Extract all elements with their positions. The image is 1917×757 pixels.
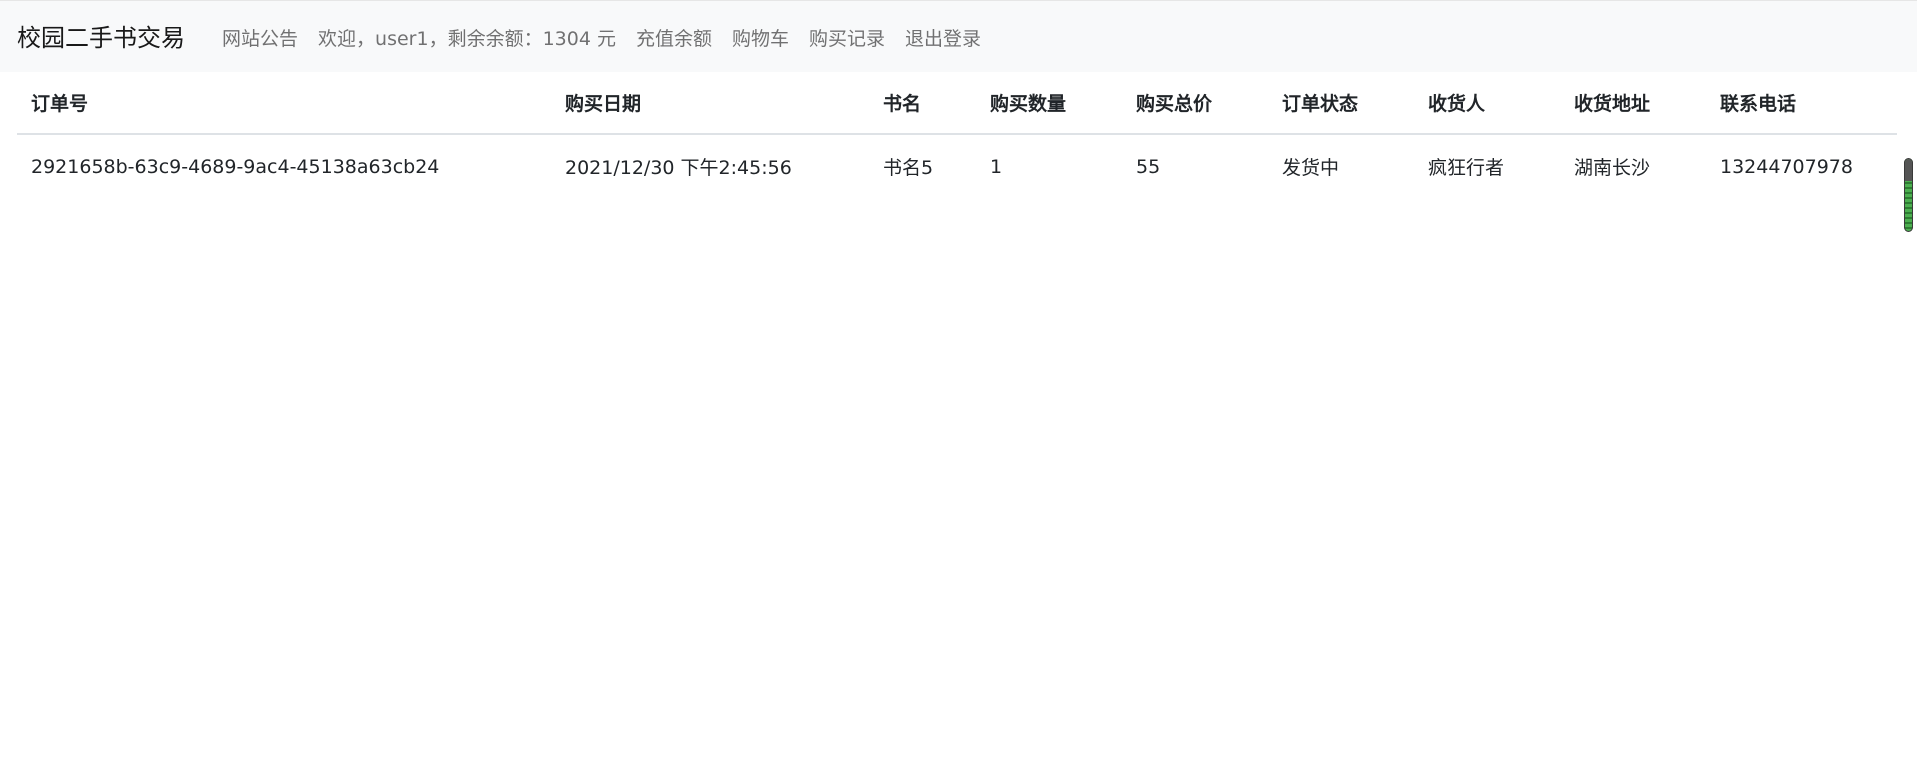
site-brand[interactable]: 校园二手书交易 <box>17 21 185 55</box>
cell-recipient: 疯狂行者 <box>1428 157 1505 179</box>
top-navbar: 校园二手书交易 网站公告 欢迎，user1，剩余余额：1304 元 充值余额 购物… <box>0 0 1917 72</box>
cell-phone: 13244707978 <box>1720 155 1853 178</box>
header-quantity: 购买数量 <box>976 72 1122 135</box>
header-recipient: 收货人 <box>1414 72 1560 135</box>
cell-total-price: 55 <box>1136 155 1161 178</box>
cell-quantity: 1 <box>990 155 1003 178</box>
cell-order-id: 2921658b-63c9-4689-9ac4-45138a63cb24 <box>31 155 440 178</box>
nav-purchase-history-link[interactable]: 购买记录 <box>809 25 885 53</box>
header-address: 收货地址 <box>1560 72 1706 135</box>
header-order-status: 订单状态 <box>1268 72 1414 135</box>
balance-amount: 1304 <box>542 28 591 50</box>
cell-book-title: 书名5 <box>883 157 934 179</box>
welcome-prefix: 欢迎， <box>318 28 376 50</box>
nav-links: 网站公告 欢迎，user1，剩余余额：1304 元 充值余额 购物车 购买记录 退… <box>222 25 981 53</box>
username: user1 <box>375 28 429 50</box>
nav-announcement-link[interactable]: 网站公告 <box>222 25 298 53</box>
nav-logout-link[interactable]: 退出登录 <box>905 25 981 53</box>
orders-table-container: 订单号 购买日期 书名 购买数量 购买总价 订单状态 收货人 收货地址 联系电话… <box>17 72 1897 198</box>
table-row: 2921658b-63c9-4689-9ac4-45138a63cb24 202… <box>17 134 1897 198</box>
nav-welcome-balance[interactable]: 欢迎，user1，剩余余额：1304 元 <box>318 25 616 53</box>
header-book-title: 书名 <box>869 72 976 135</box>
cell-purchase-date: 2021/12/30 下午2:45:56 <box>565 157 792 179</box>
header-order-id: 订单号 <box>17 72 551 135</box>
cell-address: 湖南长沙 <box>1574 157 1651 179</box>
balance-unit: 元 <box>596 28 616 50</box>
header-total-price: 购买总价 <box>1122 72 1268 135</box>
header-phone: 联系电话 <box>1706 72 1897 135</box>
cell-order-status: 发货中 <box>1282 157 1340 179</box>
scroll-indicator-cap <box>1905 159 1912 181</box>
table-header-row: 订单号 购买日期 书名 购买数量 购买总价 订单状态 收货人 收货地址 联系电话 <box>17 72 1897 135</box>
scroll-indicator[interactable] <box>1904 158 1913 232</box>
nav-cart-link[interactable]: 购物车 <box>732 25 789 53</box>
balance-label: ，剩余余额： <box>428 28 543 50</box>
header-purchase-date: 购买日期 <box>551 72 869 135</box>
nav-recharge-link[interactable]: 充值余额 <box>636 25 712 53</box>
orders-table: 订单号 购买日期 书名 购买数量 购买总价 订单状态 收货人 收货地址 联系电话… <box>17 72 1897 198</box>
